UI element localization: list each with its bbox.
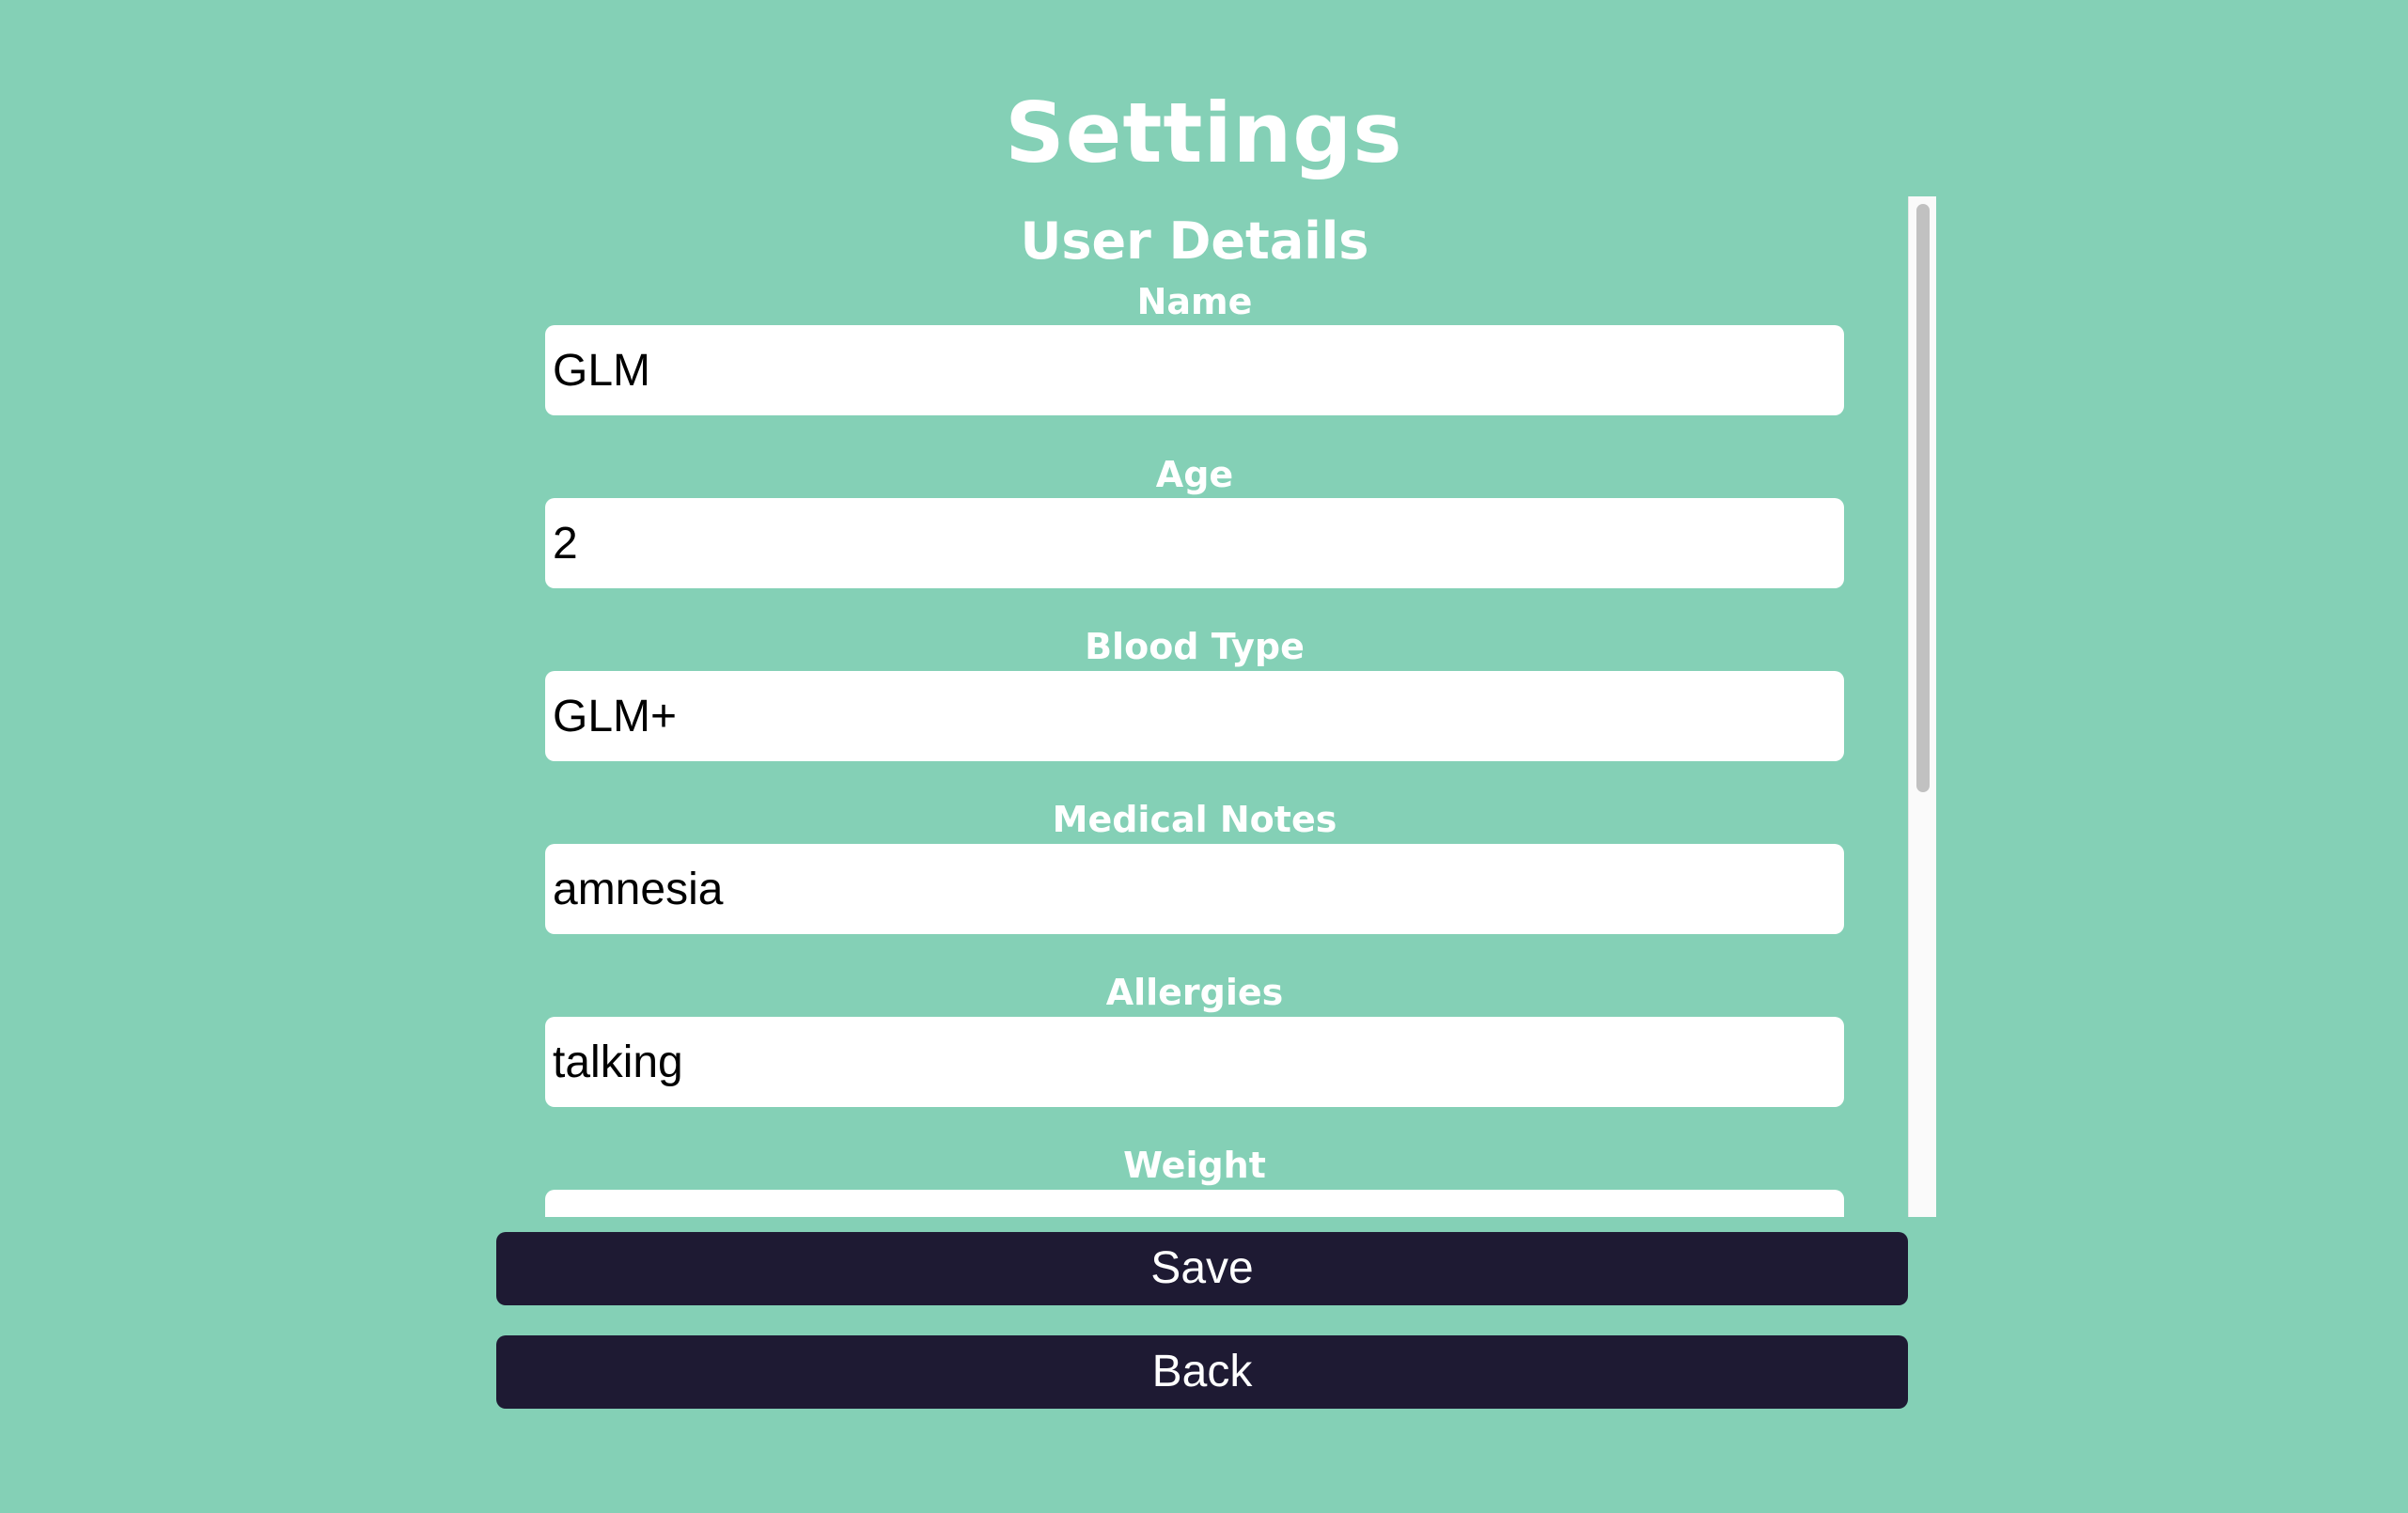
scrollbar-thumb[interactable] [1916,204,1930,792]
allergies-label: Allergies [1105,972,1284,1013]
page-title: Settings [1005,85,1403,181]
age-input[interactable] [545,498,1844,588]
age-label: Age [1155,454,1234,495]
section-heading-user-details: User Details [1020,211,1369,271]
save-button[interactable]: Save [496,1232,1908,1305]
blood-type-label: Blood Type [1085,626,1305,667]
name-label: Name [1136,281,1253,322]
medical-notes-label: Medical Notes [1052,799,1337,840]
user-details-panel[interactable]: User Details Name Age Blood Type Medical… [498,196,1936,1217]
weight-label: Weight [1123,1145,1266,1186]
weight-input[interactable] [545,1190,1844,1217]
panel-scrollbar[interactable] [1908,196,1936,1217]
medical-notes-input[interactable] [545,844,1844,934]
back-button[interactable]: Back [496,1335,1908,1409]
name-input[interactable] [545,325,1844,415]
allergies-input[interactable] [545,1017,1844,1107]
blood-type-input[interactable] [545,671,1844,761]
